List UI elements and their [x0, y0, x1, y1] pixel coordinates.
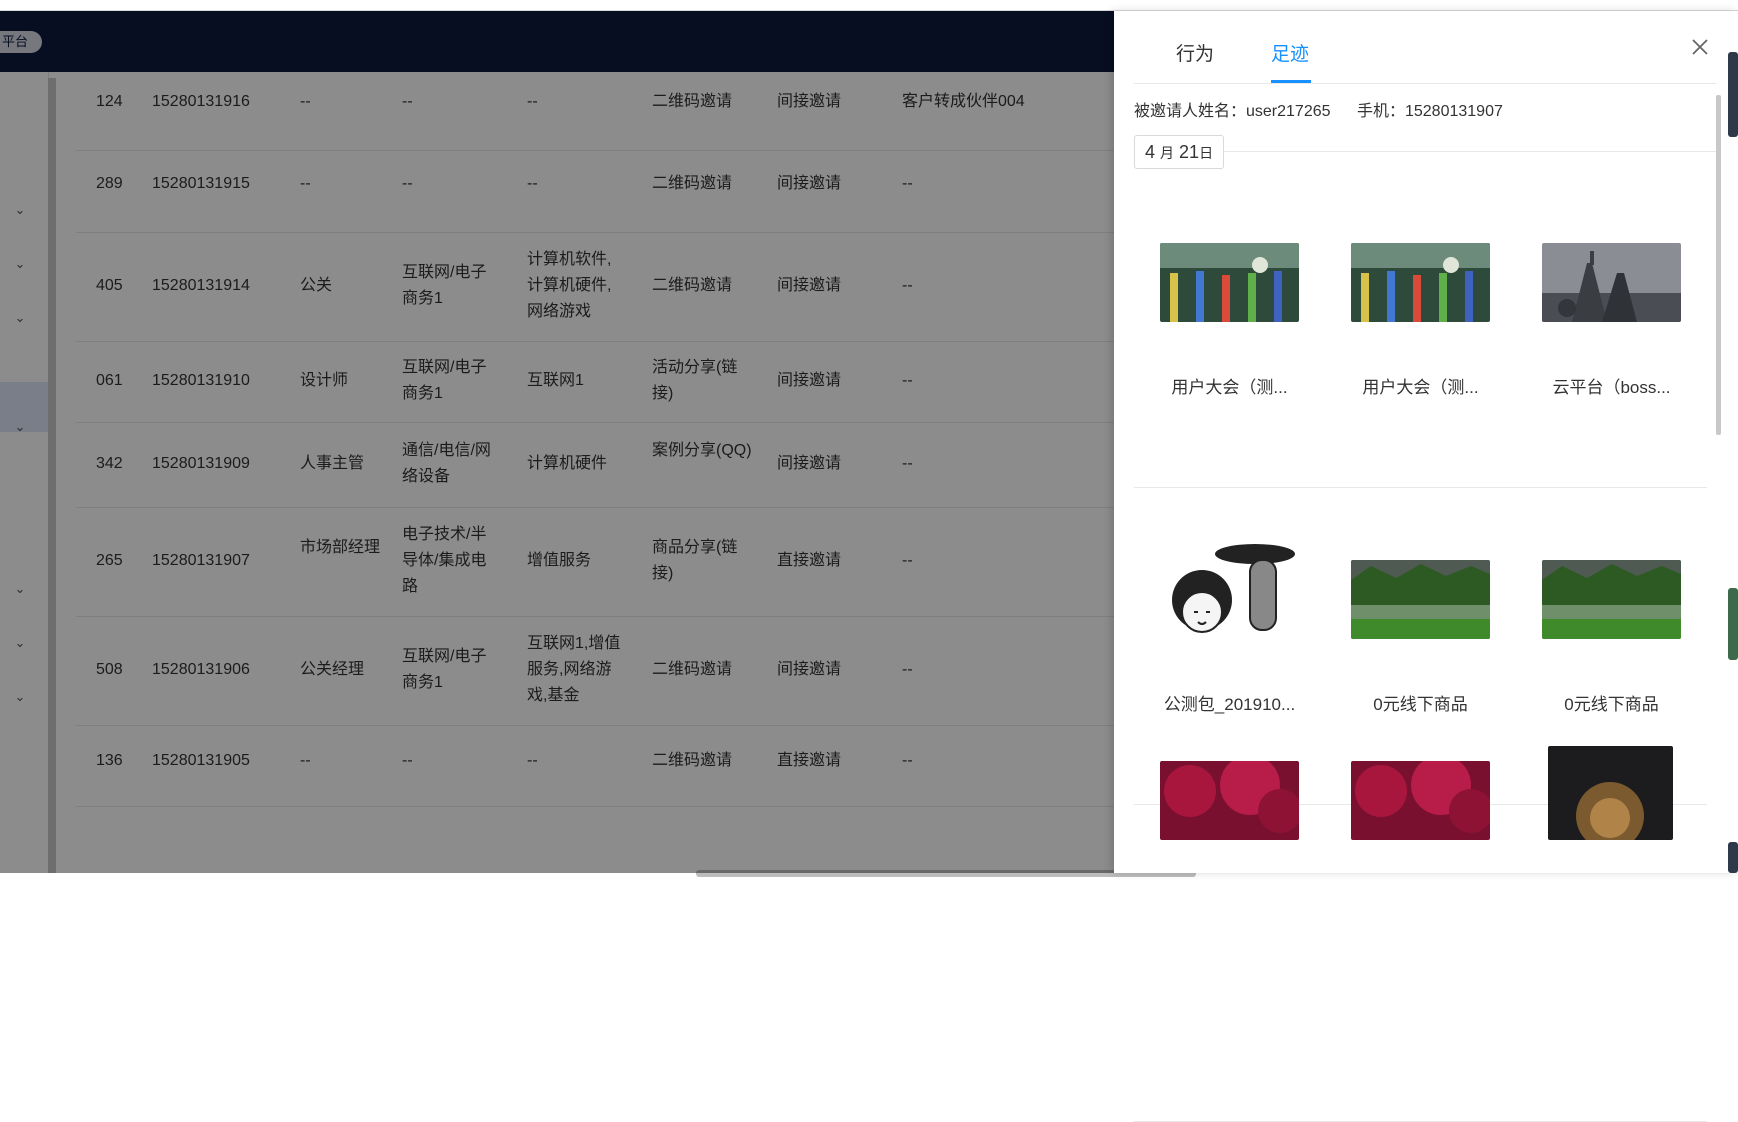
footprint-caption: 云平台（boss...	[1552, 378, 1671, 397]
game-scene-image	[1351, 243, 1490, 322]
footprint-caption: 公测包_201910...	[1163, 695, 1296, 714]
castle-image	[1542, 243, 1681, 322]
meme-image	[1160, 540, 1299, 650]
date-month-unit: 月	[1160, 145, 1175, 161]
footprint-caption: 用户大会（测...	[1171, 378, 1288, 397]
footprint-card[interactable]	[1516, 746, 1707, 1122]
drawer-scrollbar[interactable]	[1716, 95, 1721, 435]
date-day: 21	[1179, 142, 1200, 162]
screen-edge-widget	[1728, 52, 1738, 137]
drawer-tabs: 行为 足迹	[1134, 11, 1716, 84]
lake-forest-image	[1351, 560, 1490, 639]
footprint-card[interactable]: 云平台（boss...	[1516, 171, 1707, 488]
invitee-info: 被邀请人姓名：user217265 手机：15280131907	[1134, 97, 1525, 121]
footprint-caption: 0元线下商品	[1373, 695, 1468, 714]
red-trees-image	[1160, 761, 1299, 840]
invitee-name: 被邀请人姓名：user217265	[1134, 103, 1331, 120]
footprint-card[interactable]	[1325, 761, 1516, 1122]
date-month: 4	[1145, 142, 1156, 162]
close-icon[interactable]	[1688, 35, 1712, 59]
modal-mask[interactable]	[0, 11, 1114, 873]
tab-behavior[interactable]: 行为	[1176, 39, 1214, 66]
lion-image	[1548, 746, 1673, 840]
lake-forest-image	[1542, 560, 1681, 639]
footprint-card[interactable]: 用户大会（测...	[1325, 171, 1516, 488]
date-divider: 4 月 21日	[1134, 135, 1716, 169]
footprint-caption: 0元线下商品	[1564, 695, 1659, 714]
divider-line	[1222, 151, 1716, 152]
date-tag: 4 月 21日	[1134, 135, 1225, 169]
screen-edge-widget	[1728, 842, 1738, 873]
window-top-strip	[0, 0, 1738, 11]
red-trees-image	[1351, 761, 1490, 840]
date-day-unit: 日	[1199, 145, 1214, 161]
footprint-card[interactable]	[1134, 761, 1325, 1122]
footprint-card[interactable]: 用户大会（测...	[1134, 171, 1325, 488]
footprint-card[interactable]: 0元线下商品	[1325, 488, 1516, 805]
screen-edge-widget	[1728, 588, 1738, 660]
footprint-drawer: 行为 足迹 被邀请人姓名：user217265 手机：15280131907 4…	[1114, 11, 1738, 1122]
footprint-caption: 用户大会（测...	[1362, 378, 1479, 397]
game-scene-image	[1160, 243, 1299, 322]
footprint-card[interactable]: 公测包_201910...	[1134, 488, 1325, 805]
active-tab-indicator	[1271, 80, 1311, 83]
invitee-phone: 手机：15280131907	[1356, 103, 1503, 120]
tab-footprint[interactable]: 足迹	[1271, 39, 1309, 66]
